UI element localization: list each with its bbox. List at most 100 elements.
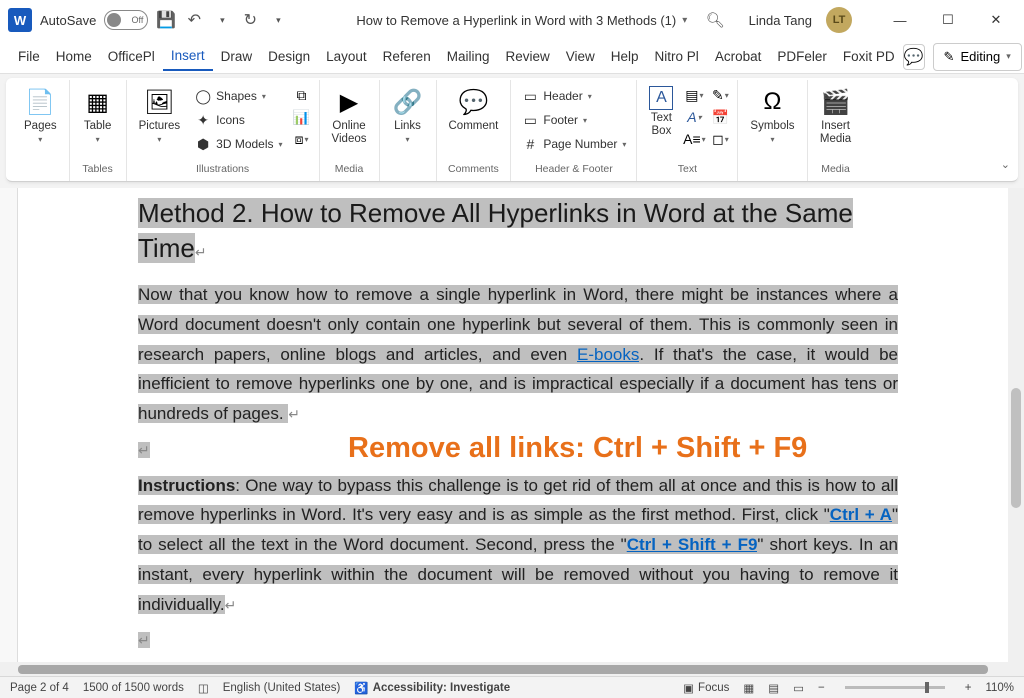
icons-button[interactable]: ✦Icons [190,108,286,132]
ribbon-group-illustrations: 🖼 Pictures ▾ ◯Shapes▾ ✦Icons ⬢3D Models▾… [127,80,320,181]
date-time-button[interactable]: 📅 [709,106,731,128]
pages-icon: 📄 [24,86,56,118]
status-language[interactable]: English (United States) [223,682,341,694]
smartart-button[interactable]: ⧉ [291,84,313,106]
comment-button[interactable]: 💬 Comment [443,84,505,135]
view-read-mode[interactable]: ▤ [768,681,779,695]
document-page[interactable]: Method 2. How to Remove All Hyperlinks i… [18,188,1008,662]
save-icon[interactable]: 💾 [156,10,176,30]
pictures-icon: 🖼 [143,86,175,118]
status-accessibility[interactable]: ♿Accessibility: Investigate [354,681,510,695]
ribbon-group-comments: 💬 Comment Comments [437,80,512,181]
tab-mailings[interactable]: Mailing [439,43,498,70]
3d-models-button[interactable]: ⬢3D Models▾ [190,132,286,156]
comments-toggle-button[interactable]: 💬 [903,44,925,70]
drop-cap-button[interactable]: A≡▾ [683,128,705,150]
ribbon-group-pages: 📄 Pages ▾ [12,80,70,181]
shapes-button[interactable]: ◯Shapes▾ [190,84,286,108]
cube-icon: ⬢ [194,135,212,153]
tab-home[interactable]: Home [48,43,100,70]
word-app-icon: W [8,8,32,32]
online-videos-button[interactable]: ▶ Online Videos [326,84,373,147]
autosave-label: AutoSave [40,13,96,28]
autosave-toggle[interactable]: Off [104,10,148,30]
status-bar: Page 2 of 4 1500 of 1500 words ◫ English… [0,676,1024,698]
wordart-button[interactable]: A▾ [683,106,705,128]
tab-acrobat[interactable]: Acrobat [707,43,770,70]
table-button[interactable]: ▦ Table ▾ [76,84,120,146]
editing-mode-button[interactable]: ✎ Editing ▾ [933,43,1022,71]
tab-references[interactable]: Referen [375,43,439,70]
header-icon: ▭ [521,87,539,105]
qat-customize-icon[interactable]: ▾ [268,10,288,30]
status-page[interactable]: Page 2 of 4 [10,682,69,694]
scroll-thumb-horizontal[interactable] [18,665,988,674]
accessibility-icon: ♿ [354,681,368,695]
search-icon[interactable]: 🔍︎ [706,11,725,29]
tab-help[interactable]: Help [603,43,647,70]
close-button[interactable]: ✕ [976,5,1016,35]
undo-dropdown-icon[interactable]: ▾ [212,10,232,30]
status-spellcheck[interactable]: ◫ [198,681,209,695]
ribbon-tabs: File Home OfficePl Insert Draw Design La… [0,40,1024,74]
vertical-ruler [0,188,18,662]
user-avatar[interactable]: LT [826,7,852,33]
view-web-layout[interactable]: ▭ [793,681,804,695]
quick-parts-button[interactable]: ▤▾ [683,84,705,106]
scroll-thumb-vertical[interactable] [1011,388,1021,508]
focus-mode-button[interactable]: ▣Focus [683,681,729,695]
tab-pdfelement[interactable]: PDFeler [769,43,835,70]
pictures-button[interactable]: 🖼 Pictures ▾ [133,84,187,146]
minimize-button[interactable]: — [880,5,920,35]
horizontal-scrollbar[interactable] [0,662,1024,676]
zoom-out-button[interactable]: − [818,682,825,694]
page-number-button[interactable]: #Page Number▾ [517,132,630,156]
link-icon: 🔗 [392,86,424,118]
pages-button[interactable]: 📄 Pages ▾ [18,84,63,146]
signature-line-button[interactable]: ✎▾ [709,84,731,106]
tab-insert[interactable]: Insert [163,42,213,71]
zoom-level[interactable]: 110% [985,682,1014,694]
user-name[interactable]: Linda Tang [749,13,812,28]
link-ctrl-a[interactable]: Ctrl + A [830,505,892,524]
tab-review[interactable]: Review [497,43,557,70]
link-ctrl-shift-f9[interactable]: Ctrl + Shift + F9 [627,535,758,554]
tab-nitro[interactable]: Nitro Pl [647,43,707,70]
document-area: Method 2. How to Remove All Hyperlinks i… [0,188,1024,662]
tab-draw[interactable]: Draw [213,43,261,70]
symbols-button[interactable]: Ω Symbols ▾ [744,84,800,146]
title-bar: W AutoSave Off 💾 ↶ ▾ ↻ ▾ How to Remove a… [0,0,1024,40]
shapes-icon: ◯ [194,87,212,105]
vertical-scrollbar[interactable] [1008,188,1024,662]
tab-view[interactable]: View [558,43,603,70]
text-box-button[interactable]: A Text Box [643,84,679,139]
undo-icon[interactable]: ↶ [184,10,204,30]
paragraph-instructions: Instructions: One way to bypass this cha… [138,471,898,620]
zoom-in-button[interactable]: + [965,682,972,694]
ribbon-group-media: ▶ Online Videos Media [320,80,380,181]
zoom-slider[interactable] [845,686,945,689]
chart-button[interactable]: 📊 [291,106,313,128]
link-ebooks[interactable]: E-books [577,345,639,364]
status-word-count[interactable]: 1500 of 1500 words [83,682,184,694]
ribbon-collapse-icon[interactable]: ⌄ [1001,158,1010,171]
screenshot-button[interactable]: ⧈▾ [291,128,313,150]
document-title[interactable]: How to Remove a Hyperlink in Word with 3… [356,13,687,28]
maximize-button[interactable]: ☐ [928,5,968,35]
pencil-icon: ✎ [944,49,955,65]
view-print-layout[interactable]: ▦ [743,681,754,695]
tab-foxit[interactable]: Foxit PD [835,43,903,70]
tab-officeplus[interactable]: OfficePl [100,43,163,70]
insert-media-button[interactable]: 🎬 Insert Media [814,84,858,147]
tab-layout[interactable]: Layout [318,43,375,70]
page-number-icon: # [521,135,539,153]
tab-design[interactable]: Design [260,43,318,70]
object-button[interactable]: ◻▾ [709,128,731,150]
links-button[interactable]: 🔗 Links ▾ [386,84,430,146]
tab-file[interactable]: File [10,43,48,70]
ribbon-group-header-footer: ▭Header▾ ▭Footer▾ #Page Number▾ Header &… [511,80,637,181]
footer-button[interactable]: ▭Footer▾ [517,108,630,132]
redo-icon[interactable]: ↻ [240,10,260,30]
header-button[interactable]: ▭Header▾ [517,84,630,108]
ribbon-group-media2: 🎬 Insert Media Media [808,80,864,181]
